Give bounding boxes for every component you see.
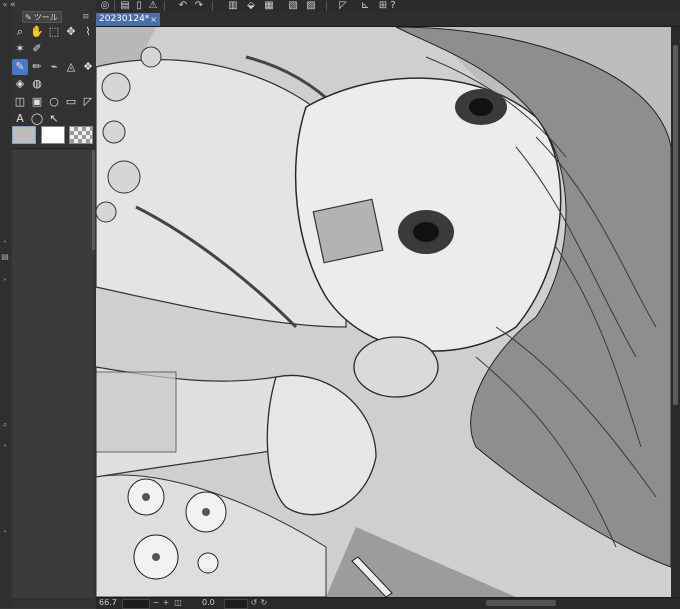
arrow-down-icon[interactable]: ˅ [1, 530, 9, 540]
artwork-illustration [96, 27, 671, 597]
separator [326, 1, 327, 11]
document-tab-title: 20230124* [99, 14, 150, 24]
move-icon[interactable]: ✥ [63, 24, 79, 40]
panel-scrollbar[interactable] [92, 150, 95, 250]
warning-icon[interactable]: ⚠ [146, 0, 160, 12]
ruler-tool-icon[interactable]: ◸ [80, 94, 96, 110]
horizontal-scrollbar[interactable] [486, 600, 556, 606]
collapse-panel-icon[interactable]: « [10, 0, 28, 10]
drawing-canvas[interactable] [96, 27, 671, 597]
dropper-icon[interactable]: ✐ [29, 41, 45, 57]
arrow-down-icon[interactable]: ˅ [1, 278, 9, 288]
zoom-value[interactable]: 66.7 [99, 598, 121, 608]
gradient-icon[interactable]: ▣ [29, 94, 45, 110]
eraser-icon[interactable]: ◈ [12, 76, 28, 92]
tool-panel-title: ツール [33, 13, 58, 22]
home-icon[interactable]: ◎ [98, 0, 112, 12]
text-icon[interactable]: A [12, 111, 28, 127]
blend-icon[interactable]: ◍ [29, 76, 45, 92]
arrow-up-icon[interactable]: ˄ [1, 444, 9, 454]
rotate-left-icon[interactable]: ↺ [250, 598, 258, 608]
scroll-thumb[interactable] [673, 45, 678, 405]
panel-menu-icon[interactable]: ≡ [82, 12, 92, 22]
save-icon[interactable]: ▤ [118, 0, 132, 12]
main-color-swatch[interactable] [12, 126, 36, 144]
balloon-icon[interactable]: ◯ [29, 111, 45, 127]
zoom-out-icon[interactable]: − [152, 598, 160, 608]
document-tab-bar: 20230124* × [96, 12, 680, 27]
arrow-up-icon[interactable]: ˄ [1, 240, 9, 250]
tool-panel-tab[interactable]: ✎ ツール [22, 11, 62, 23]
frame-icon[interactable]: ▭ [63, 94, 79, 110]
transparent-color-swatch[interactable] [69, 126, 93, 144]
collapse-icon[interactable]: « [1, 0, 9, 10]
document-tab[interactable]: 20230124* × [96, 13, 160, 26]
eyedropper-icon[interactable]: ⌇ [80, 24, 96, 40]
ruler-icon[interactable]: ◸ [336, 0, 350, 12]
divider [12, 148, 94, 149]
fill-icon[interactable]: ⬙ [244, 0, 258, 12]
correct-line-icon[interactable]: ↖ [46, 111, 62, 127]
transform-icon[interactable]: ▦ [262, 0, 276, 12]
zoom-icon[interactable]: ⌕ [12, 24, 28, 40]
rotation-value[interactable]: 0.0 [202, 598, 222, 608]
fill-tool-icon[interactable]: ◫ [12, 94, 28, 110]
object-select-icon[interactable]: ⬚ [46, 24, 62, 40]
pencil-icon[interactable]: ✏ [29, 59, 45, 75]
rotate-right-icon[interactable]: ↻ [260, 598, 268, 608]
pen-tool-icon[interactable]: ✎ [12, 59, 28, 75]
decoration-icon[interactable]: ❖ [80, 59, 96, 75]
status-bar: 66.7 − + ◫ 0.0 ↺ ↻ [96, 597, 680, 609]
separator [164, 1, 165, 11]
close-icon[interactable]: × [150, 13, 157, 26]
snap-ruler-icon[interactable]: ⊾ [358, 0, 372, 12]
airbrush-icon[interactable]: ◬ [63, 59, 79, 75]
deselect-icon[interactable]: ▧ [286, 0, 300, 12]
zoom-in-icon[interactable]: + [162, 598, 170, 608]
search-icon[interactable]: ⌕ [1, 420, 9, 430]
separator [114, 1, 115, 11]
pen-icon: ✎ [25, 13, 32, 22]
new-icon[interactable]: ▯ [132, 0, 146, 12]
auto-select-icon[interactable]: ✶ [12, 41, 28, 57]
fit-icon[interactable]: ◫ [174, 598, 182, 608]
invert-icon[interactable]: ▨ [304, 0, 318, 12]
vertical-scrollbar[interactable] [671, 27, 680, 597]
separator [212, 1, 213, 11]
sub-color-swatch[interactable] [41, 126, 65, 144]
clear-icon[interactable]: ▥ [226, 0, 240, 12]
undo-icon[interactable]: ↶ [176, 0, 190, 12]
sub-tool-area [12, 150, 94, 598]
brush-icon[interactable]: ⌁ [46, 59, 62, 75]
redo-icon[interactable]: ↷ [192, 0, 206, 12]
layer-panel-icon[interactable]: ▤ [1, 252, 9, 262]
figure-icon[interactable]: ○ [46, 94, 62, 110]
help-icon[interactable]: ? [386, 0, 400, 12]
hand-icon[interactable]: ✋ [29, 24, 45, 40]
